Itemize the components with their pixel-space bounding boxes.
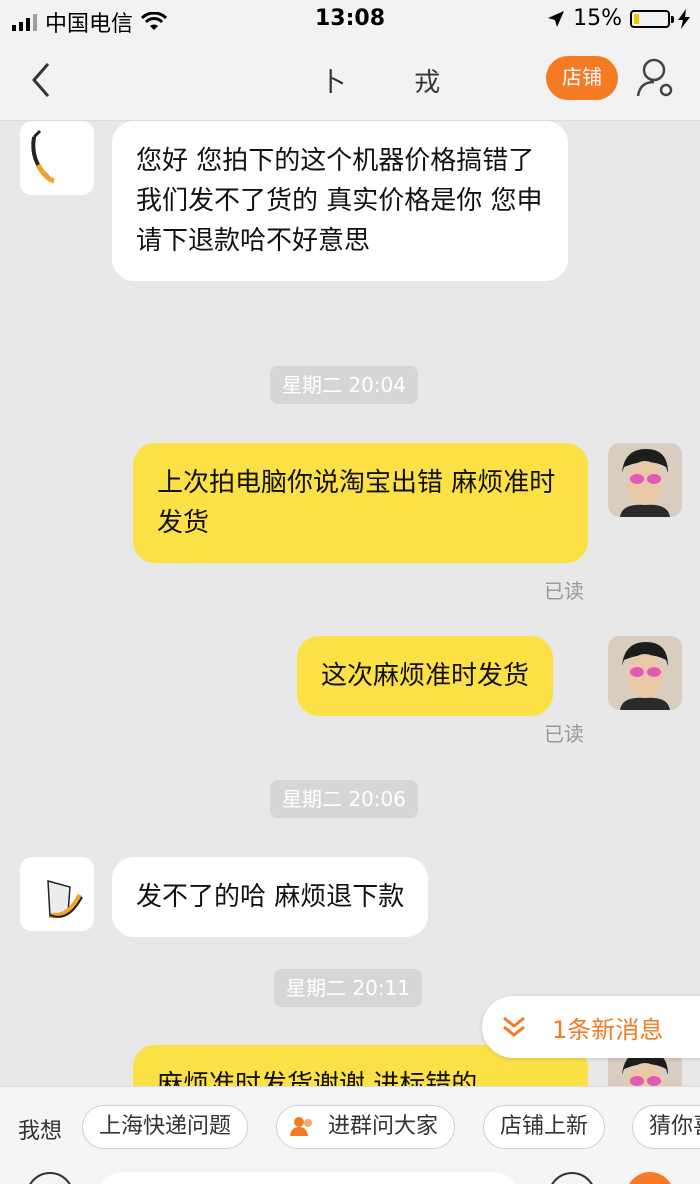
user-gear-icon <box>636 58 673 97</box>
message-timestamp: 星期二 20:06 <box>270 780 418 818</box>
double-chevron-down-icon <box>503 1016 525 1037</box>
chat-list[interactable]: 您好 您拍下的这个机器价格搞错了 我们发不了货的 真实价格是你 您申请下退款哈不… <box>0 121 700 1086</box>
user-avatar[interactable] <box>608 443 682 517</box>
input-bar <box>0 1168 700 1184</box>
nav-bar: 卜 戎 店铺 <box>0 40 700 121</box>
quick-chip-join-group[interactable]: 进群问大家 <box>276 1105 456 1149</box>
location-arrow-icon <box>548 10 565 27</box>
chip-label: 进群问大家 <box>328 1114 439 1139</box>
shop-button[interactable]: 店铺 <box>546 56 618 100</box>
message-bubble-incoming[interactable]: 您好 您拍下的这个机器价格搞错了 我们发不了货的 真实价格是你 您申请下退款哈不… <box>112 121 568 281</box>
chevron-left-icon <box>32 63 50 97</box>
group-people-icon <box>290 1117 312 1136</box>
shop-avatar[interactable] <box>20 857 94 931</box>
message-timestamp: 星期二 20:11 <box>274 969 422 1007</box>
voice-button[interactable] <box>26 1172 74 1184</box>
charging-bolt-icon <box>678 8 690 29</box>
quick-chip-guess-you-like[interactable]: 猜你喜 <box>632 1105 700 1149</box>
back-button[interactable] <box>24 60 64 100</box>
user-photo-icon <box>608 443 682 517</box>
new-message-tip[interactable]: 1条新消息 <box>482 996 700 1058</box>
more-button[interactable] <box>626 1172 674 1184</box>
quick-chip-shanghai-express[interactable]: 上海快递问题 <box>82 1105 249 1149</box>
message-bubble-incoming[interactable]: 发不了的哈 麻烦退下款 <box>112 857 429 937</box>
quick-chip-shop-new[interactable]: 店铺上新 <box>483 1105 606 1149</box>
message-bubble-outgoing[interactable]: 上次拍电脑你说淘宝出错 麻烦准时发货 <box>133 443 588 563</box>
shop-logo-icon <box>47 880 83 919</box>
shop-logo-icon <box>31 129 55 184</box>
new-message-label: 1条新消息 <box>552 1016 664 1044</box>
chip-label: 猜你喜 <box>649 1114 700 1139</box>
emoji-button[interactable] <box>548 1172 596 1184</box>
chat-title: 卜 戎 <box>320 68 471 98</box>
chip-label: 上海快递问题 <box>99 1114 232 1139</box>
battery-icon <box>630 9 674 28</box>
read-receipt: 已读 <box>544 579 584 603</box>
profile-settings-button[interactable] <box>636 56 676 100</box>
user-photo-icon <box>608 636 682 710</box>
shop-avatar[interactable] <box>20 121 94 195</box>
battery-percent: 15% <box>573 6 622 31</box>
status-bar: 中国电信 13:08 15% <box>0 0 700 40</box>
message-input[interactable] <box>98 1172 518 1184</box>
quick-bar-label: 我想 <box>18 1119 63 1144</box>
message-timestamp: 星期二 20:04 <box>270 366 418 404</box>
message-bubble-outgoing[interactable]: 这次麻烦准时发货 <box>297 636 554 716</box>
chip-label: 店铺上新 <box>500 1114 589 1139</box>
read-receipt: 已读 <box>544 722 584 746</box>
user-avatar[interactable] <box>608 636 682 710</box>
quick-reply-bar: 我想 上海快递问题 进群问大家 店铺上新 猜你喜 <box>0 1086 700 1169</box>
